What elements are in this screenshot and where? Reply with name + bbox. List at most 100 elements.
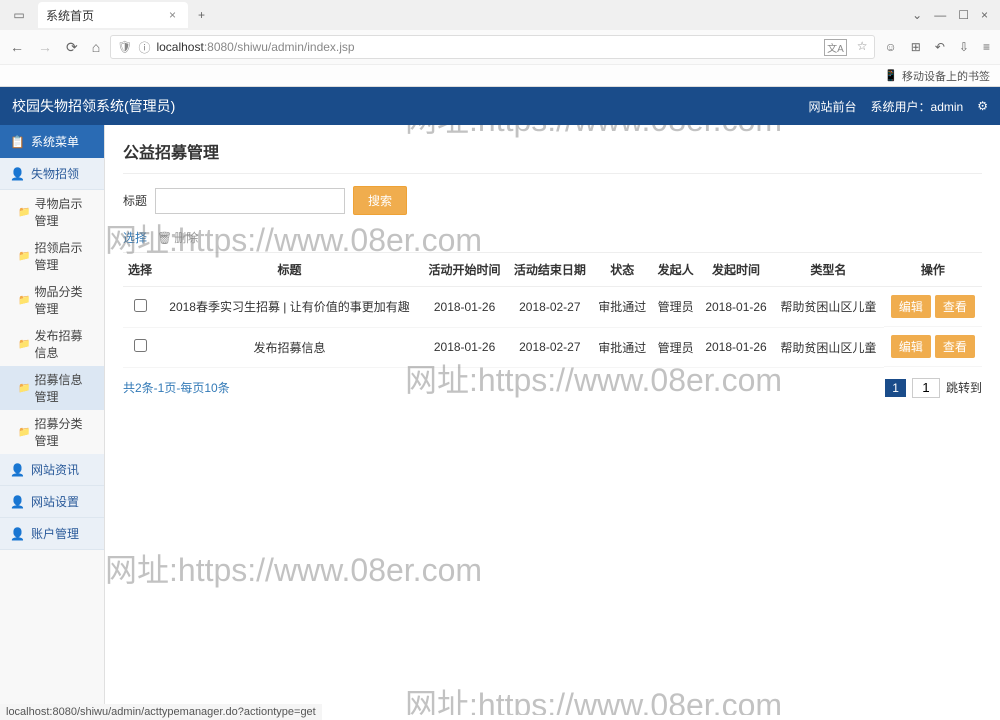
status-bar: localhost:8080/shiwu/admin/acttypemanage…	[0, 704, 322, 720]
tabs-icon[interactable]: ▭	[4, 4, 34, 26]
watermark: 网址:https://www.08er.com	[105, 545, 482, 591]
pager-jump[interactable]: 跳转到	[946, 379, 982, 396]
url-path: /shiwu/admin/index.jsp	[234, 40, 355, 54]
sidebar-item[interactable]: 📁物品分类管理	[0, 278, 104, 322]
cell-start: 2018-01-26	[422, 327, 507, 367]
front-site-link[interactable]: 网站前台	[809, 98, 857, 115]
folder-icon: 📁	[18, 295, 30, 306]
tab-bar: ▭ 系统首页 × + ⌄ — ☐ ×	[0, 0, 1000, 30]
close-window-icon[interactable]: ×	[981, 8, 988, 22]
maximize-icon[interactable]: ☐	[958, 8, 969, 22]
cell-status: 审批通过	[592, 287, 652, 328]
cell-title: 2018春季实习生招募 | 让有价值的事更加有趣	[157, 287, 422, 328]
delete-link[interactable]: 🗑 删除	[157, 229, 198, 246]
history-icon[interactable]: ↶	[935, 40, 945, 54]
url-input[interactable]: 🛡 ⓘ localhost:8080/shiwu/admin/index.jsp…	[110, 35, 874, 59]
browser-tab[interactable]: 系统首页 ×	[38, 2, 188, 28]
user-info: 系统用户：admin	[871, 98, 964, 115]
cell-type: 帮助贫困山区儿童	[773, 287, 884, 328]
folder-icon: 📁	[18, 427, 30, 438]
sidebar-item[interactable]: 📁招募信息管理	[0, 366, 104, 410]
cell-type: 帮助贫困山区儿童	[773, 327, 884, 367]
sidebar-item[interactable]: 📁招领启示管理	[0, 234, 104, 278]
search-row: 标题 搜索	[123, 186, 982, 215]
pager: 共2条-1页-每页10条 1 跳转到	[123, 378, 982, 398]
back-button[interactable]: ←	[10, 39, 24, 56]
sidebar-cat-lostfound[interactable]: 👤 失物招领	[0, 158, 104, 190]
trash-icon: 🗑	[157, 231, 172, 245]
watermark: 网址:https://www.08er.com	[405, 680, 782, 715]
cell-end: 2018-02-27	[507, 327, 592, 367]
row-checkbox[interactable]	[134, 339, 147, 352]
info-icon: ⓘ	[138, 39, 150, 56]
user-icon: 👤	[10, 527, 25, 541]
sidebar: 📋 系统菜单 👤 失物招领 📁寻物启示管理📁招领启示管理📁物品分类管理📁发布招募…	[0, 125, 105, 715]
table-header: 标题	[157, 253, 422, 287]
edit-button[interactable]: 编辑	[891, 295, 931, 318]
extensions-icon[interactable]: ⊞	[911, 40, 921, 54]
account-icon[interactable]: ☺	[885, 40, 897, 54]
forward-button: →	[38, 39, 52, 56]
search-button[interactable]: 搜索	[353, 186, 407, 215]
folder-icon: 📁	[18, 383, 30, 394]
list-icon: 📋	[10, 135, 25, 149]
cell-owner: 管理员	[652, 287, 699, 328]
table-header: 活动结束日期	[507, 253, 592, 287]
minimize-icon[interactable]: —	[934, 8, 946, 22]
bookmark-star-icon[interactable]: ☆	[857, 39, 868, 56]
select-link[interactable]: 选择	[123, 229, 147, 246]
table-header: 操作	[884, 253, 982, 287]
downloads-icon[interactable]: ⇩	[959, 40, 969, 54]
bulk-action-row: 选择 🗑 删除	[123, 229, 982, 246]
user-icon: 👤	[10, 463, 25, 477]
user-icon: 👤	[10, 167, 25, 181]
cell-created: 2018-01-26	[699, 287, 773, 328]
gear-icon[interactable]: ⚙	[977, 99, 988, 113]
app-title: 校园失物招领系统(管理员)	[12, 96, 175, 116]
cell-owner: 管理员	[652, 327, 699, 367]
table-row: 发布招募信息2018-01-262018-02-27审批通过管理员2018-01…	[123, 327, 982, 367]
data-table: 选择标题活动开始时间活动结束日期状态发起人发起时间类型名操作 2018春季实习生…	[123, 252, 982, 368]
folder-icon: 📁	[18, 207, 30, 218]
new-tab-button[interactable]: +	[188, 8, 215, 22]
close-icon[interactable]: ×	[165, 8, 180, 22]
edit-button[interactable]: 编辑	[891, 335, 931, 358]
sidebar-cat-account[interactable]: 👤 账户管理	[0, 518, 104, 550]
mobile-icon: 📱	[884, 69, 898, 82]
sidebar-header: 📋 系统菜单	[0, 125, 104, 158]
sidebar-item[interactable]: 📁寻物启示管理	[0, 190, 104, 234]
user-icon: 👤	[10, 495, 25, 509]
chevron-down-icon[interactable]: ⌄	[912, 8, 922, 22]
tab-title: 系统首页	[46, 7, 94, 24]
table-header: 活动开始时间	[422, 253, 507, 287]
shield-icon: 🛡	[117, 40, 132, 54]
table-header: 选择	[123, 253, 157, 287]
pager-current[interactable]: 1	[885, 379, 906, 397]
sidebar-cat-settings[interactable]: 👤 网站设置	[0, 486, 104, 518]
cell-created: 2018-01-26	[699, 327, 773, 367]
search-label: 标题	[123, 192, 147, 209]
url-host: localhost	[156, 40, 203, 54]
sidebar-cat-news[interactable]: 👤 网站资讯	[0, 454, 104, 486]
cell-start: 2018-01-26	[422, 287, 507, 328]
sidebar-item[interactable]: 📁发布招募信息	[0, 322, 104, 366]
pager-goto-input[interactable]	[912, 378, 940, 398]
folder-icon: 📁	[18, 339, 30, 350]
translate-icon[interactable]: 文A	[824, 39, 847, 56]
view-button[interactable]: 查看	[935, 335, 975, 358]
main-panel: 网址:https://www.08er.com 网址:https://www.0…	[105, 125, 1000, 715]
reload-button[interactable]: ⟳	[66, 39, 78, 56]
home-button[interactable]: ⌂	[92, 39, 100, 56]
address-bar: ← → ⟳ ⌂ 🛡 ⓘ localhost:8080/shiwu/admin/i…	[0, 30, 1000, 64]
sidebar-item[interactable]: 📁招募分类管理	[0, 410, 104, 454]
view-button[interactable]: 查看	[935, 295, 975, 318]
row-checkbox[interactable]	[134, 299, 147, 312]
menu-icon[interactable]: ≡	[983, 40, 990, 54]
table-header: 类型名	[773, 253, 884, 287]
bookmark-item[interactable]: 移动设备上的书签	[902, 68, 990, 84]
cell-title: 发布招募信息	[157, 327, 422, 367]
table-row: 2018春季实习生招募 | 让有价值的事更加有趣2018-01-262018-0…	[123, 287, 982, 328]
search-input[interactable]	[155, 188, 345, 214]
page-title: 公益招募管理	[123, 125, 982, 174]
folder-icon: 📁	[18, 251, 30, 262]
